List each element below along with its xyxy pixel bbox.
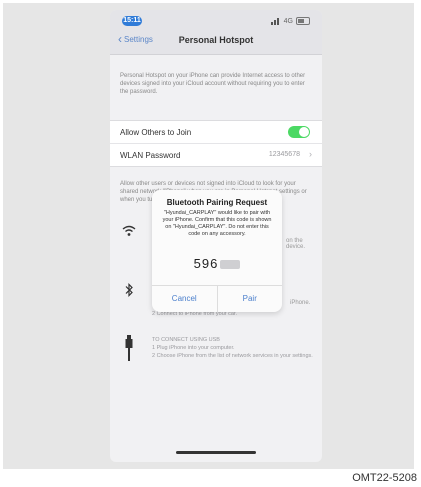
battery-icon [296,17,310,25]
wlan-password-row[interactable]: WLAN Password 12345678 › [110,143,322,166]
pair-button[interactable]: Pair [216,286,283,312]
hotspot-description: Personal Hotspot on your iPhone can prov… [120,73,306,95]
page-title: Personal Hotspot [178,35,254,45]
allow-others-toggle[interactable] [288,126,310,138]
status-bar: 15:11 4G [110,10,322,28]
carrier-label: 4G [283,17,293,25]
status-time: 15:11 [122,16,142,26]
chevron-right-icon: › [309,149,312,159]
pairing-code: 596 [152,256,282,271]
alert-title: Bluetooth Pairing Request [166,198,268,207]
alert-message: "Hyundai_CARPLAY" would like to pair wit… [162,210,272,237]
phone-screen: 15:11 4G ‹ Settings Personal Hotspot Per… [110,10,322,462]
status-indicators: 4G [270,16,310,26]
settings-group: Allow Others to Join WLAN Password 12345… [110,120,322,167]
pairing-code-mask [220,260,241,270]
usb-cable-icon [125,335,133,361]
wifi-side-text: on the device. [286,238,306,250]
navigation-bar: ‹ Settings Personal Hotspot [110,28,322,55]
pairing-code-digits: 596 [193,256,219,271]
bluetooth-pairing-alert: Bluetooth Pairing Request "Hyundai_CARPL… [152,190,282,312]
wifi-icon [122,225,136,236]
allow-others-label: Allow Others to Join [120,128,192,137]
usb-heading: TO CONNECT USING USB [152,337,220,343]
bluetooth-icon [125,283,133,297]
figure-code: OMT22-5208 [352,472,417,484]
usb-step-1: 1 Plug iPhone into your computer. [152,345,235,351]
wlan-password-value: 12345678 [268,151,300,158]
usb-instructions: TO CONNECT USING USB 1 Plug iPhone into … [152,336,316,360]
usb-step-2: 2 Choose iPhone from the list of network… [152,353,313,359]
allow-others-row: Allow Others to Join [110,121,322,143]
cancel-button[interactable]: Cancel [152,286,217,312]
figure-frame: 15:11 4G ‹ Settings Personal Hotspot Per… [3,3,414,469]
alert-actions: Cancel Pair [152,285,282,312]
wlan-password-label: WLAN Password [120,151,181,160]
home-indicator[interactable] [176,451,256,454]
signal-icon [270,17,281,25]
bluetooth-side-text: iPhone. [290,300,311,306]
